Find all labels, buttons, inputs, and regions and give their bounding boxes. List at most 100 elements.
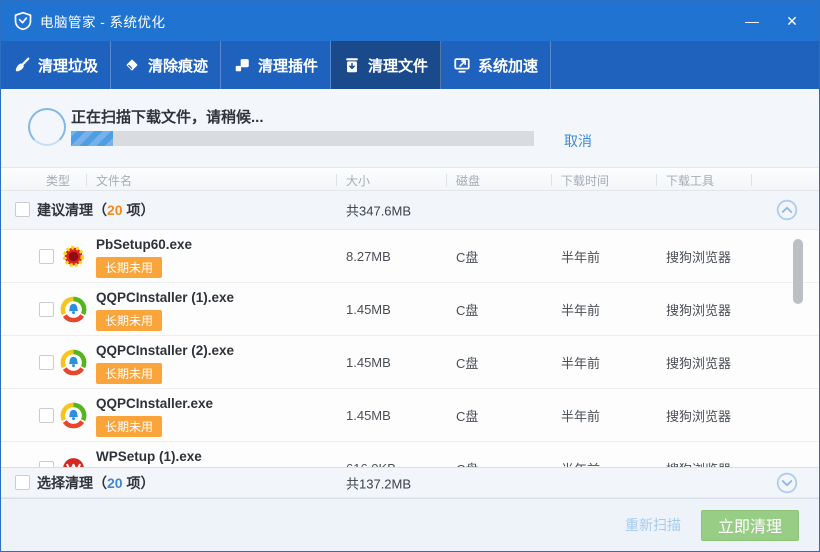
- group-total-size: 共137.2MB: [346, 473, 411, 492]
- file-name: QQPCInstaller (1).exe: [96, 290, 234, 305]
- scrollbar-thumb[interactable]: [793, 239, 803, 304]
- shield-check-logo-icon: [13, 11, 33, 31]
- scan-progress-bar: [71, 131, 534, 146]
- tab-label: 清理文件: [368, 55, 428, 76]
- file-tool: 搜狗浏览器: [666, 389, 731, 442]
- row-checkbox[interactable]: [39, 302, 54, 317]
- file-size: 1.45MB: [346, 283, 391, 336]
- scanning-spinner-icon: [28, 108, 66, 146]
- row-checkbox[interactable]: [39, 408, 54, 423]
- tab-bar: 清理垃圾 清除痕迹 清理插件 清理文件: [1, 41, 819, 89]
- group-label: 选择清理（20 项）: [37, 473, 154, 493]
- unused-badge: 长期未用: [96, 310, 162, 331]
- tab-clean-junk[interactable]: 清理垃圾: [1, 41, 111, 89]
- window-controls: — ✕: [737, 7, 807, 35]
- group-label: 建议清理（20 项）: [37, 200, 154, 220]
- tab-clean-plugins[interactable]: 清理插件: [221, 41, 331, 89]
- row-checkbox[interactable]: [39, 249, 54, 264]
- collapse-chevron-up-icon[interactable]: [776, 199, 798, 221]
- tab-label: 清除痕迹: [148, 55, 208, 76]
- file-disk: C盘: [456, 230, 478, 283]
- file-time: 半年前: [561, 230, 600, 283]
- file-tool: 搜狗浏览器: [666, 283, 731, 336]
- unused-badge: 长期未用: [96, 363, 162, 384]
- column-separator: [336, 174, 337, 186]
- file-size: 8.27MB: [346, 230, 391, 283]
- minimize-button[interactable]: —: [737, 7, 767, 35]
- eraser-icon: [123, 56, 141, 74]
- column-header-download-tool: 下载工具: [666, 172, 714, 189]
- file-time: 半年前: [561, 442, 600, 467]
- file-list: 建议清理（20 项） 共347.6MB PbSetup60.exe 长期未用 8…: [1, 191, 819, 498]
- file-disk: C盘: [456, 336, 478, 389]
- tab-system-speedup[interactable]: 系统加速: [441, 41, 551, 89]
- tab-label: 清理插件: [258, 55, 318, 76]
- broom-icon: [13, 56, 31, 74]
- column-separator: [86, 174, 87, 186]
- scan-status-text: 正在扫描下载文件，请稍候...: [71, 106, 264, 127]
- qq-pcmgr-icon: [60, 402, 87, 429]
- monitor-speedup-icon: [453, 56, 471, 74]
- file-name: QQPCInstaller (2).exe: [96, 343, 234, 358]
- group-row-suggested-clean[interactable]: 建议清理（20 项） 共347.6MB: [1, 191, 819, 230]
- unused-badge: 长期未用: [96, 257, 162, 278]
- file-size: 1.45MB: [346, 389, 391, 442]
- column-header-type: 类型: [46, 172, 70, 189]
- table-row[interactable]: QQPCInstaller (2).exe 长期未用 1.45MB C盘 半年前…: [1, 336, 819, 389]
- close-button[interactable]: ✕: [777, 7, 807, 35]
- column-separator: [656, 174, 657, 186]
- group-checkbox[interactable]: [15, 475, 30, 490]
- table-header: 类型 文件名 大小 磁盘 下载时间 下载工具: [1, 167, 819, 191]
- column-header-size: 大小: [346, 172, 370, 189]
- group-total-size: 共347.6MB: [346, 201, 411, 220]
- wps-installer-icon: [60, 455, 87, 467]
- file-disk: C盘: [456, 389, 478, 442]
- column-separator: [446, 174, 447, 186]
- column-separator: [551, 174, 552, 186]
- tab-clean-files[interactable]: 清理文件: [331, 41, 441, 89]
- footer-bar: 重新扫描 立即清理: [1, 498, 819, 552]
- cancel-scan-link[interactable]: 取消: [564, 131, 592, 151]
- file-tool: 搜狗浏览器: [666, 230, 731, 283]
- clean-now-button[interactable]: 立即清理: [701, 510, 799, 541]
- sunburst-installer-icon: [60, 243, 87, 270]
- column-separator: [751, 174, 752, 186]
- column-header-download-time: 下载时间: [561, 172, 609, 189]
- table-row[interactable]: WPSetup (1).exe 616.0KB C盘 半年前 搜狗浏览器: [1, 442, 819, 467]
- column-header-disk: 磁盘: [456, 172, 480, 189]
- file-name: PbSetup60.exe: [96, 237, 192, 252]
- file-tool: 搜狗浏览器: [666, 336, 731, 389]
- plugin-blocks-icon: [233, 56, 251, 74]
- file-size: 1.45MB: [346, 336, 391, 389]
- file-time: 半年前: [561, 283, 600, 336]
- scan-progress-fill: [71, 131, 113, 146]
- qq-pcmgr-icon: [60, 349, 87, 376]
- file-tool: 搜狗浏览器: [666, 442, 731, 467]
- group-checkbox[interactable]: [15, 202, 30, 217]
- file-disk: C盘: [456, 283, 478, 336]
- trash-download-icon: [343, 56, 361, 74]
- file-name: QQPCInstaller.exe: [96, 396, 213, 411]
- group-count: 20: [107, 475, 123, 491]
- file-disk: C盘: [456, 442, 478, 467]
- scan-section: 正在扫描下载文件，请稍候... 取消: [1, 89, 819, 167]
- unused-badge: 长期未用: [96, 416, 162, 437]
- window-title: 电脑管家 - 系统优化: [40, 11, 166, 31]
- file-time: 半年前: [561, 389, 600, 442]
- app-window: 电脑管家 - 系统优化 — ✕ 清理垃圾 清除痕迹 清理插: [0, 0, 820, 552]
- file-time: 半年前: [561, 336, 600, 389]
- tab-label: 系统加速: [478, 55, 538, 76]
- group-count: 20: [107, 202, 123, 218]
- title-bar: 电脑管家 - 系统优化 — ✕: [1, 1, 819, 41]
- table-row[interactable]: QQPCInstaller (1).exe 长期未用 1.45MB C盘 半年前…: [1, 283, 819, 336]
- file-size: 616.0KB: [346, 442, 396, 467]
- group-row-optional-clean[interactable]: 选择清理（20 项） 共137.2MB: [1, 467, 819, 498]
- expand-chevron-down-icon[interactable]: [776, 472, 798, 494]
- table-row[interactable]: QQPCInstaller.exe 长期未用 1.45MB C盘 半年前 搜狗浏…: [1, 389, 819, 442]
- column-header-filename: 文件名: [96, 172, 132, 189]
- tab-label: 清理垃圾: [38, 55, 98, 76]
- table-row[interactable]: PbSetup60.exe 长期未用 8.27MB C盘 半年前 搜狗浏览器: [1, 230, 819, 283]
- rescan-button[interactable]: 重新扫描: [625, 515, 681, 535]
- row-checkbox[interactable]: [39, 355, 54, 370]
- tab-clear-traces[interactable]: 清除痕迹: [111, 41, 221, 89]
